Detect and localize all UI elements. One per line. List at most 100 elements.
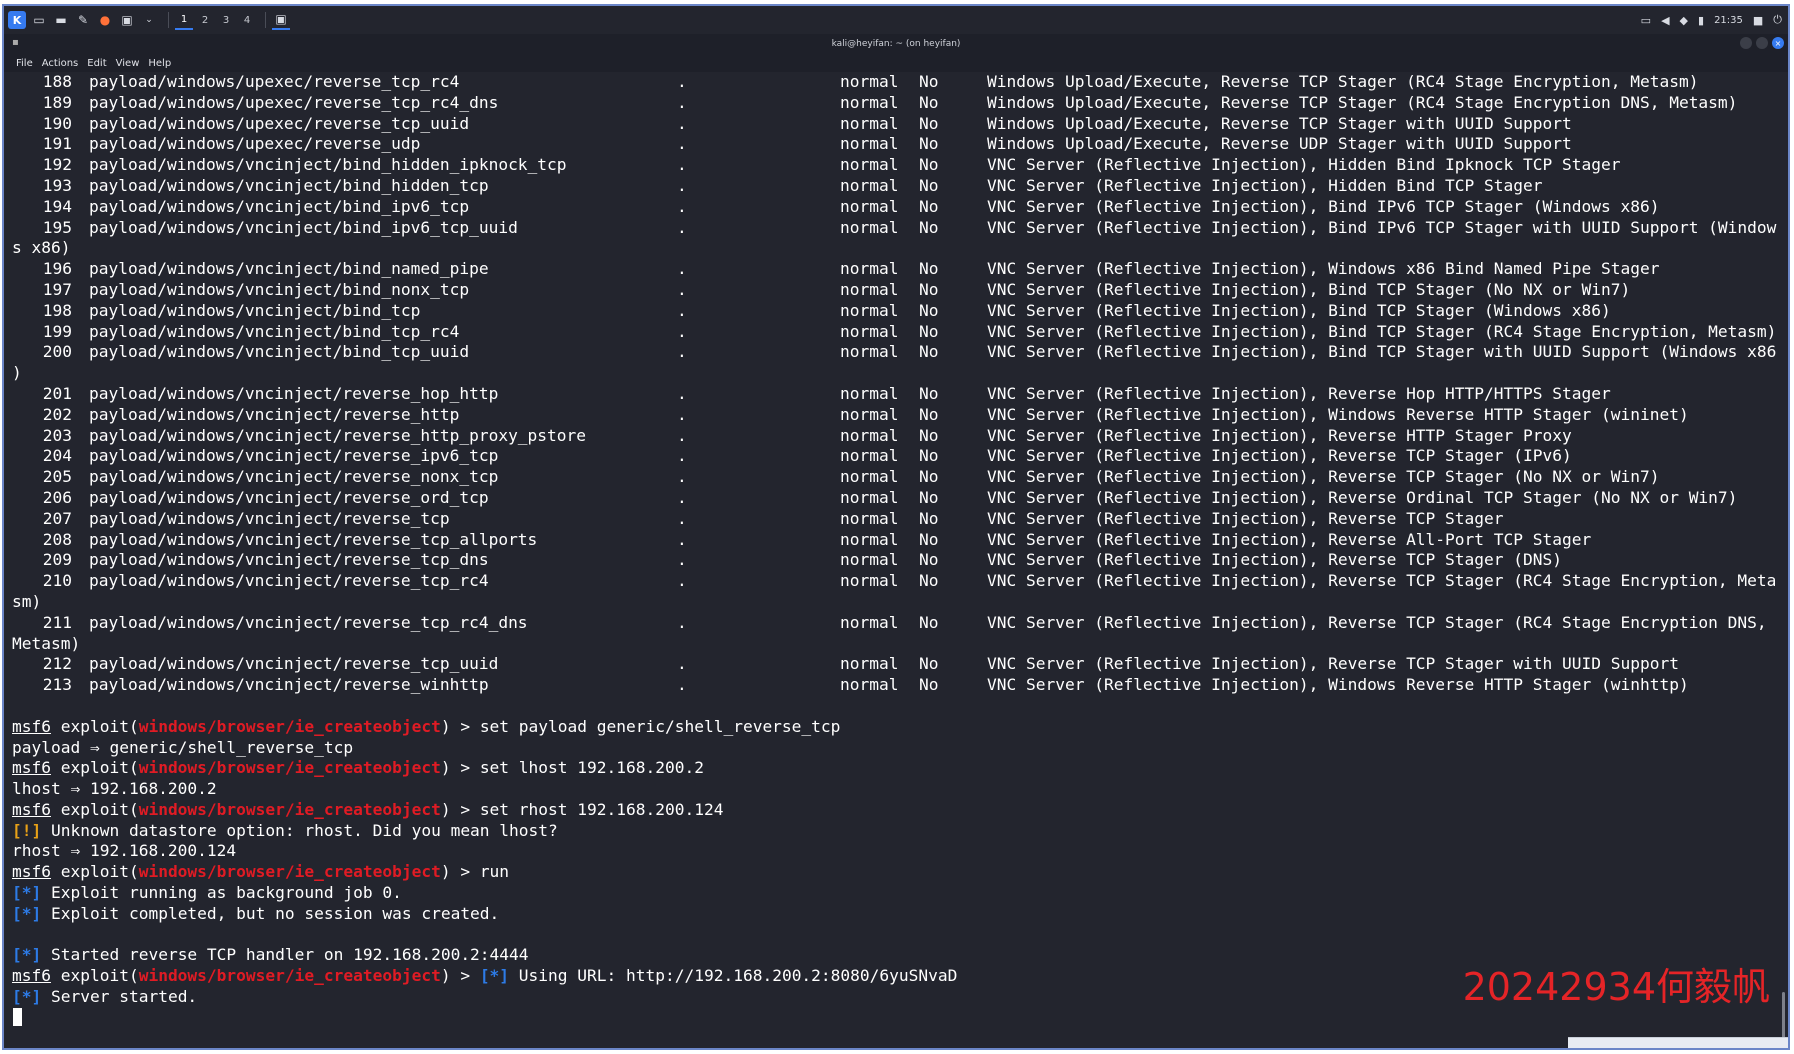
description: VNC Server (Reflective Injection), Rever… [987, 571, 1777, 591]
window-titlebar[interactable]: ▪ kali@heyifan: ~ (on heyifan) × [4, 34, 1788, 54]
check: No [919, 92, 939, 112]
volume-icon[interactable]: ◀ [1661, 14, 1669, 27]
disclosure-date: . [677, 529, 687, 549]
command-text: set rhost 192.168.200.124 [479, 799, 724, 819]
desktop-icon[interactable]: ▭ [30, 11, 48, 29]
row-number: 206 [42, 487, 72, 507]
payload-name: payload/windows/vncinject/bind_nonx_tcp [89, 279, 470, 299]
check: No [919, 467, 939, 487]
check: No [919, 217, 939, 237]
rank: normal [840, 134, 899, 154]
output-line: payload ⇒ generic/shell_reverse_tcp [4, 738, 1788, 759]
info-text: Using URL: http://192.168.200.2:8080/6yu… [509, 966, 958, 986]
notification-popup-edge[interactable] [1568, 1037, 1788, 1048]
disclosure-date: . [677, 321, 687, 341]
command-line: msf6 exploit(windows/browser/ie_createob… [4, 758, 1788, 779]
row-number: 213 [42, 675, 72, 695]
row-number: 201 [42, 383, 72, 403]
menu-help[interactable]: Help [148, 58, 171, 69]
workspace-1[interactable]: 1 [175, 10, 193, 30]
taskbar-terminal-window[interactable]: ▣ [272, 10, 290, 30]
disclosure-date: . [677, 259, 687, 279]
clock[interactable]: 21:35 [1714, 15, 1743, 26]
terminal-output[interactable]: 188 payload/windows/upexec/reverse_tcp_rc… [4, 72, 1788, 1048]
payload-name: payload/windows/upexec/reverse_tcp_uuid [89, 113, 470, 133]
row-number: 197 [42, 279, 72, 299]
power-icon[interactable]: ⏻ [1773, 13, 1782, 27]
rank: normal [840, 300, 899, 320]
menu-edit[interactable]: Edit [87, 58, 106, 69]
menu-actions[interactable]: Actions [42, 58, 79, 69]
lock-icon[interactable]: ■ [1753, 14, 1763, 27]
warning-line: [!] Unknown datastore option: rhost. Did… [4, 821, 1788, 842]
row-number: 208 [42, 529, 72, 549]
rank: normal [840, 217, 899, 237]
kali-menu-icon[interactable]: K [8, 11, 26, 29]
disclosure-date: . [677, 300, 687, 320]
workspace-4[interactable]: 4 [238, 11, 256, 29]
close-button[interactable]: × [1772, 37, 1784, 49]
disclosure-date: . [677, 134, 687, 154]
row-number: 192 [42, 155, 72, 175]
description: VNC Server (Reflective Injection), Hidde… [987, 155, 1621, 175]
terminal-icon[interactable]: ▣ [118, 11, 136, 29]
prompt-close: ) > [440, 799, 480, 819]
rank: normal [840, 92, 899, 112]
table-row: 192 payload/windows/vncinject/bind_hidden… [4, 155, 1788, 176]
chevron-down-icon[interactable]: ⌄ [140, 11, 158, 29]
text-editor-icon[interactable]: ✎ [74, 11, 92, 29]
disclosure-date: . [677, 155, 687, 175]
rank: normal [840, 279, 899, 299]
window-terminal-icon: ▪ [12, 37, 19, 48]
description: VNC Server (Reflective Injection), Bind … [987, 279, 1631, 299]
rank: normal [840, 72, 899, 91]
battery-icon[interactable]: ▮ [1698, 14, 1704, 27]
maximize-button[interactable] [1756, 37, 1768, 49]
workspace-3[interactable]: 3 [217, 11, 235, 29]
table-row: 202 payload/windows/vncinject/reverse_htt… [4, 405, 1788, 426]
files-icon[interactable]: ▬ [52, 11, 70, 29]
notification-bell-icon[interactable]: ◆ [1680, 14, 1688, 27]
payload-name: payload/windows/vncinject/reverse_http_p… [89, 425, 587, 445]
description: VNC Server (Reflective Injection), Rever… [987, 425, 1572, 445]
info-text: Server started. [41, 987, 198, 1007]
screen-icon[interactable]: ▭ [1641, 14, 1651, 27]
menu-view[interactable]: View [116, 58, 140, 69]
output-line: rhost ⇒ 192.168.200.124 [4, 841, 1788, 862]
info-tag: [*] [12, 903, 42, 923]
info-tag: [*] [12, 883, 42, 903]
prompt-module: windows/browser/ie_createobject [138, 799, 441, 819]
minimize-button[interactable] [1740, 37, 1752, 49]
firefox-icon[interactable]: ● [96, 11, 114, 29]
disclosure-date: . [677, 72, 687, 91]
workspace-2[interactable]: 2 [196, 11, 214, 29]
rank: normal [840, 612, 899, 632]
top-panel: K ▭ ▬ ✎ ● ▣ ⌄ 1 2 3 4 ▣ ▭ ◀ ◆ ▮ 21:35 ■ … [4, 6, 1788, 34]
prompt-exploit: exploit( [60, 862, 139, 882]
row-number: 209 [42, 550, 72, 570]
output-line: lhost ⇒ 192.168.200.2 [4, 779, 1788, 800]
description: VNC Server (Reflective Injection), Bind … [987, 321, 1777, 341]
disclosure-date: . [677, 342, 687, 362]
menu-file[interactable]: File [16, 58, 33, 69]
prompt-msf: msf6 [12, 862, 51, 882]
panel-separator [168, 12, 169, 28]
table-row: 210 payload/windows/vncinject/reverse_tcp… [4, 571, 1788, 592]
rank: normal [840, 508, 899, 528]
payload-name: payload/windows/vncinject/bind_ipv6_tcp [89, 196, 470, 216]
output-text: rhost ⇒ 192.168.200.124 [12, 841, 237, 861]
row-number: 205 [42, 467, 72, 487]
table-row: 196 payload/windows/vncinject/bind_named_… [4, 259, 1788, 280]
warning-text: Unknown datastore option: rhost. Did you… [41, 820, 558, 840]
table-row: 193 payload/windows/vncinject/bind_hidden… [4, 176, 1788, 197]
check: No [919, 342, 939, 362]
table-row: 211 payload/windows/vncinject/reverse_tcp… [4, 613, 1788, 634]
check: No [919, 279, 939, 299]
description: VNC Server (Reflective Injection), Bind … [987, 300, 1611, 320]
panel-separator [265, 12, 266, 28]
payload-name: payload/windows/upexec/reverse_tcp_rc4 [89, 72, 460, 91]
payload-name: payload/windows/upexec/reverse_tcp_rc4_d… [89, 92, 499, 112]
disclosure-date: . [677, 196, 687, 216]
description: VNC Server (Reflective Injection), Rever… [987, 467, 1660, 487]
